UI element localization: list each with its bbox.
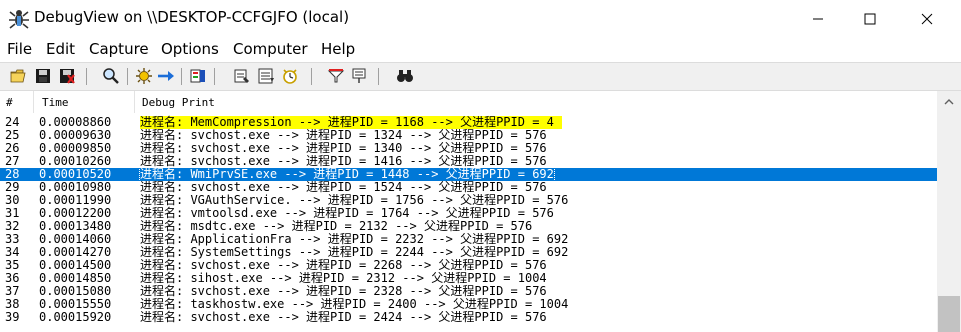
vertical-scrollbar[interactable] [937,91,961,332]
maximize-icon [864,13,876,24]
close-button[interactable] [904,0,950,37]
chevron-up-icon [944,99,954,105]
toolbar-separator [378,68,379,85]
clock-icon[interactable] [280,66,300,86]
toolbar [0,62,961,91]
find-icon[interactable] [101,66,121,86]
close-icon [921,13,933,24]
menu-options[interactable]: Options [161,40,219,58]
menu-capture[interactable]: Capture [89,40,149,58]
scroll-up-button[interactable] [937,91,961,113]
row-debug-print: 进程名: svchost.exe --> 进程PID = 2424 --> 父进… [140,310,547,324]
clear-icon[interactable] [57,66,77,86]
row-time: 0.00015920 [39,310,112,324]
toolbar-separator [181,68,182,85]
scroll-thumb[interactable] [938,296,960,332]
bookmark-icon[interactable] [349,66,369,86]
column-header-number[interactable]: # [6,96,13,109]
menu-file[interactable]: File [7,40,32,58]
open-icon[interactable] [9,66,29,86]
column-divider[interactable] [33,91,34,113]
minimize-icon [813,18,823,19]
column-divider[interactable] [134,91,135,113]
debug-output-list[interactable]: 24 0.00008860 进程名: MemCompression --> 进程PI… [0,114,937,332]
menu-computer[interactable]: Computer [233,40,308,58]
save-icon[interactable] [33,66,53,86]
toolbar-separator [311,68,312,85]
menu-edit[interactable]: Edit [46,40,75,58]
capture-icon[interactable] [134,66,154,86]
minimize-button[interactable] [795,0,841,37]
timer-icon[interactable] [256,66,276,86]
toolbar-separator [127,68,128,85]
filter-icon[interactable] [188,66,208,86]
title-bar[interactable]: DebugView on \\DESKTOP-CCFGJFO (local) [0,0,961,37]
row-number: 39 [5,310,20,324]
history-icon[interactable] [232,66,252,86]
column-header-time[interactable]: Time [42,96,69,109]
toolbar-separator [86,68,87,85]
window-title: DebugView on \\DESKTOP-CCFGJFO (local) [34,8,350,26]
menu-help[interactable]: Help [321,40,355,58]
menu-bar: File Edit Capture Options Computer Help [0,37,961,61]
highlight-icon[interactable] [326,66,346,86]
table-row[interactable]: 39 0.00015920 进程名: svchost.exe --> 进程PID =… [0,311,937,324]
autoscroll-icon[interactable] [156,66,176,86]
list-header: # Time Debug Print [0,91,937,113]
maximize-button[interactable] [847,0,893,37]
toolbar-separator [214,68,215,85]
debugview-app-icon [8,8,30,30]
column-header-debug-print[interactable]: Debug Print [142,96,215,109]
binoculars-icon[interactable] [395,66,415,86]
